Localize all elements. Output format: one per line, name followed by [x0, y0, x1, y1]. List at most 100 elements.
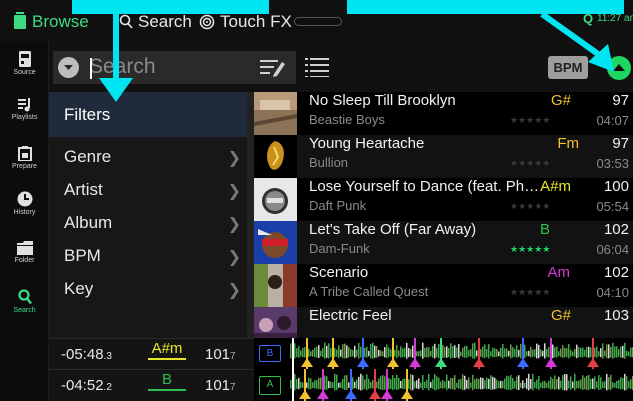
- nav-item-search[interactable]: Search: [0, 289, 49, 314]
- nav-item-prepare[interactable]: Prepare: [0, 146, 49, 170]
- waveform-bar: [514, 381, 516, 389]
- edit-list-icon[interactable]: [260, 57, 286, 77]
- waveform-bar: [498, 381, 500, 389]
- history-icon: [17, 191, 32, 207]
- tab-touch-fx[interactable]: Touch FX: [199, 11, 292, 33]
- waveform-bar: [630, 347, 632, 358]
- waveform-bar: [528, 350, 530, 357]
- waveform-bar: [580, 347, 582, 358]
- track-row[interactable]: No Sleep Till Brooklyn Beastie Boys G# ★…: [254, 92, 633, 135]
- search-placeholder: Search: [89, 55, 156, 78]
- filter-item-bpm[interactable]: BPM ❯: [64, 246, 241, 268]
- waveform-bar: [436, 347, 438, 358]
- track-row[interactable]: Let's Take Off (Far Away) Dam-Funk B ★★★…: [254, 221, 633, 264]
- deck-bpm-decimal: 7: [230, 351, 236, 362]
- waveform-bar: [398, 350, 400, 357]
- waveform-bar: [402, 348, 404, 358]
- waveform-bar: [340, 382, 342, 388]
- rating-stars[interactable]: ★★★★★: [510, 287, 550, 298]
- waveform-bar: [364, 379, 366, 389]
- waveform-bar: [554, 347, 556, 358]
- track-duration: 05:54: [596, 199, 629, 214]
- waveform-bar: [430, 350, 432, 357]
- waveform-bar: [546, 382, 548, 388]
- waveform-bar: [324, 375, 326, 390]
- waveform-bar: [572, 381, 574, 389]
- tab-browse[interactable]: Browse: [13, 11, 89, 33]
- deck-time-remaining: -04:52.2: [61, 377, 112, 394]
- waveform-bar: [402, 379, 404, 389]
- deck-a-waveform[interactable]: A: [254, 369, 633, 401]
- waveform-bar: [480, 349, 482, 357]
- nav-label-prepare: Prepare: [12, 163, 37, 170]
- cue-marker-arrow: [517, 358, 529, 367]
- chevron-down-icon[interactable]: [58, 57, 79, 78]
- waveform-bar: [434, 374, 436, 391]
- waveform-bar: [458, 379, 460, 389]
- waveform-bar: [382, 351, 384, 357]
- waveform-bar: [526, 378, 528, 390]
- waveform-bar: [464, 375, 466, 390]
- nav-item-folder[interactable]: Folder: [0, 241, 49, 264]
- waveform-bar: [490, 375, 492, 391]
- cue-marker-arrow: [301, 358, 313, 367]
- filter-item-artist[interactable]: Artist ❯: [64, 180, 241, 202]
- waveform-bar: [376, 381, 378, 389]
- search-icon: [119, 14, 133, 29]
- track-row[interactable]: Young Heartache Bullion Fm ★★★★★ 97 03:5…: [254, 135, 633, 178]
- waveform-bar: [502, 381, 504, 389]
- filter-item-album[interactable]: Album ❯: [64, 213, 241, 235]
- waveform-bar: [364, 347, 366, 358]
- waveform-bar: [290, 379, 292, 389]
- waveform-bar: [606, 373, 608, 391]
- waveform-bar: [508, 376, 510, 390]
- waveform-bar: [524, 344, 526, 359]
- track-row[interactable]: Electric Feel G# 103: [254, 307, 633, 338]
- nav-label-source: Source: [13, 69, 36, 76]
- nav-item-playlists[interactable]: Playlists: [0, 98, 49, 121]
- waveform-bar: [614, 382, 616, 388]
- waveform-bar: [496, 379, 498, 389]
- waveform-bar: [564, 373, 566, 391]
- waveform-bar: [468, 350, 470, 357]
- waveform-bar: [306, 382, 308, 388]
- waveform-bar: [538, 375, 540, 390]
- track-row[interactable]: Scenario A Tribe Called Quest Am ★★★★★ 1…: [254, 264, 633, 307]
- chevron-right-icon: ❯: [227, 150, 241, 167]
- waveform-bar: [418, 378, 420, 390]
- filters-scrollbar[interactable]: [247, 92, 254, 338]
- waveform-bar: [426, 379, 428, 389]
- prepare-icon: [17, 146, 32, 161]
- browse-icon: [14, 12, 26, 29]
- filter-item-key[interactable]: Key ❯: [64, 279, 241, 301]
- track-bpm: 100: [603, 178, 629, 195]
- waveform-bar: [384, 376, 386, 390]
- deck-b-waveform[interactable]: B: [254, 338, 633, 369]
- rating-stars[interactable]: ★★★★★: [510, 201, 550, 212]
- track-bpm: 102: [603, 221, 629, 238]
- rating-stars[interactable]: ★★★★★: [510, 115, 550, 126]
- rating-stars[interactable]: ★★★★★: [510, 158, 550, 169]
- waveform-bar: [344, 343, 346, 359]
- track-title: No Sleep Till Brooklyn: [309, 92, 456, 109]
- tab-search[interactable]: Search: [119, 11, 192, 33]
- rating-stars[interactable]: ★★★★★: [510, 244, 550, 255]
- drag-handle[interactable]: [294, 17, 342, 26]
- playhead: [292, 369, 294, 401]
- waveform-bar: [506, 375, 508, 390]
- waveform-bar: [510, 374, 512, 391]
- filters-header[interactable]: Filters: [49, 92, 247, 137]
- track-row[interactable]: Lose Yourself to Dance (feat. Ph… Daft P…: [254, 178, 633, 221]
- nav-item-history[interactable]: History: [0, 191, 49, 216]
- nav-item-source[interactable]: Source: [0, 51, 49, 76]
- list-view-icon[interactable]: [305, 57, 329, 77]
- waveform-bar: [444, 347, 446, 358]
- filter-item-genre[interactable]: Genre ❯: [64, 147, 241, 169]
- track-duration: 04:07: [596, 113, 629, 128]
- waveform-bar: [608, 344, 610, 359]
- waveform-bar: [354, 381, 356, 389]
- waveform-bar: [340, 349, 342, 357]
- waveform-bar: [290, 343, 292, 359]
- deck-bpm: 1017: [205, 346, 236, 363]
- waveform-bar: [412, 374, 414, 391]
